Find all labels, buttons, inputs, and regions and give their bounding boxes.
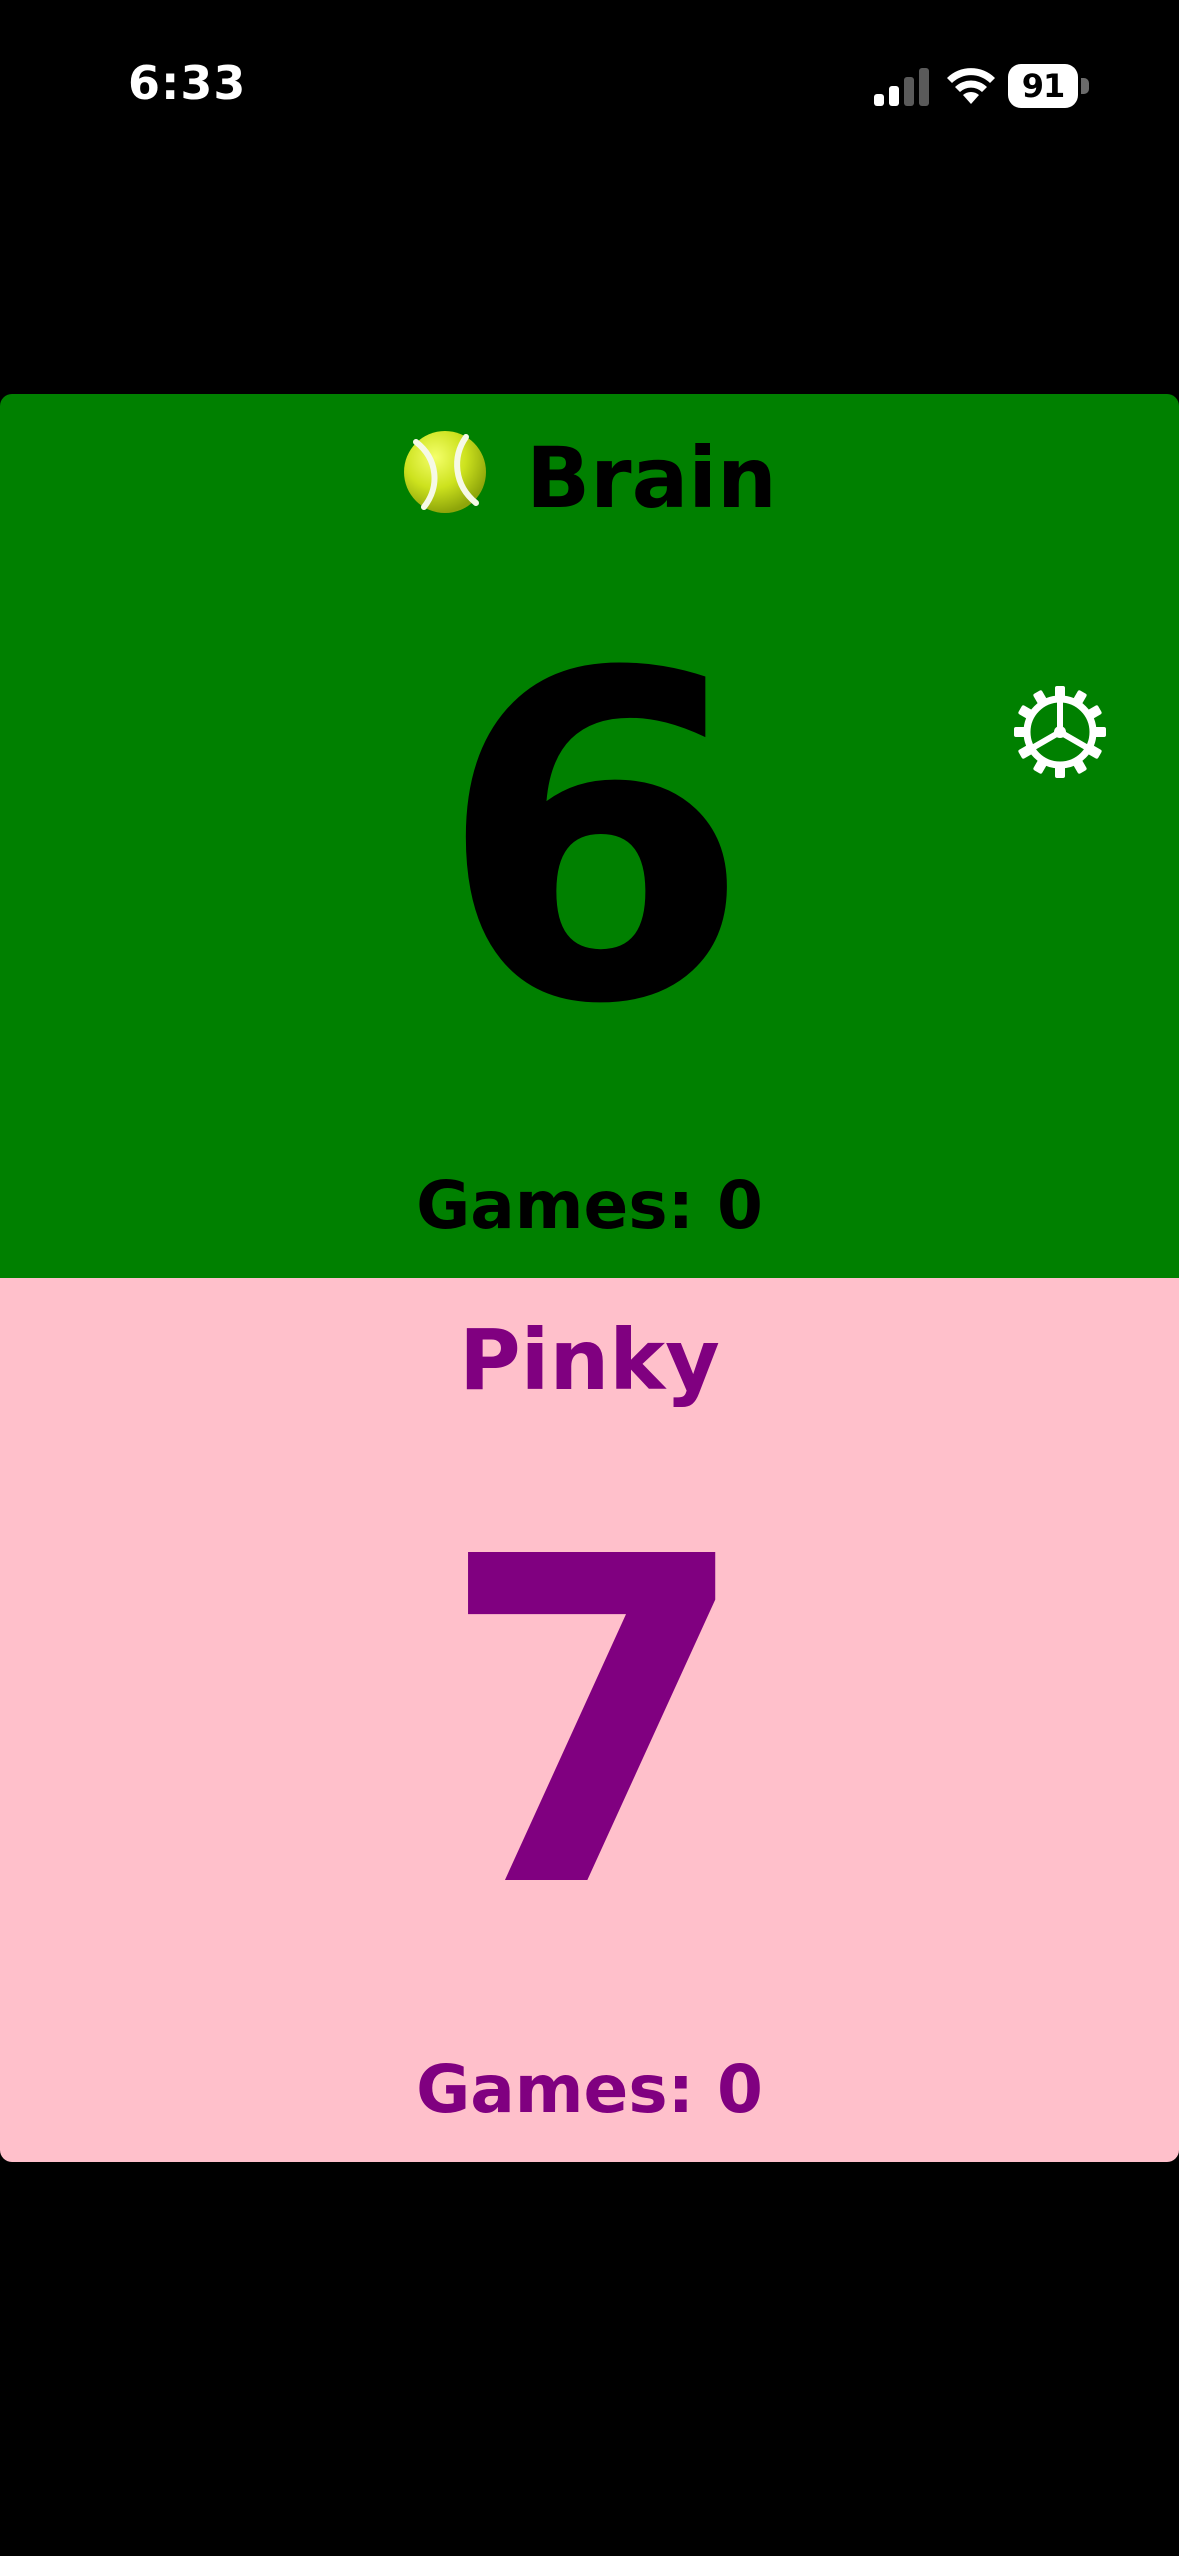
status-bar: 6:33 91 bbox=[0, 0, 1179, 180]
wifi-icon bbox=[945, 64, 997, 106]
status-time: 6:33 bbox=[128, 56, 247, 110]
tennis-ball-icon bbox=[402, 429, 488, 515]
cellular-signal-icon bbox=[874, 68, 930, 106]
gear-icon bbox=[1014, 686, 1106, 778]
battery-icon: 91 bbox=[1008, 64, 1090, 108]
games-count: Games: 0 bbox=[416, 1167, 763, 1244]
player-header: Pinky bbox=[0, 1308, 1179, 1412]
player-score[interactable]: 6 bbox=[0, 616, 1179, 1066]
player-panel-brain[interactable]: Brain 6 Games: 0 bbox=[0, 394, 1179, 1278]
games-count: Games: 0 bbox=[416, 2051, 763, 2128]
player-name: Brain bbox=[526, 429, 777, 527]
settings-button[interactable] bbox=[1012, 684, 1108, 780]
battery-tip bbox=[1081, 78, 1089, 94]
player-score[interactable]: 7 bbox=[0, 1500, 1179, 1950]
battery-level: 91 bbox=[1021, 67, 1066, 105]
player-name: Pinky bbox=[459, 1311, 720, 1409]
player-panel-pinky[interactable]: Pinky 7 Games: 0 bbox=[0, 1278, 1179, 2162]
player-header: Brain bbox=[0, 426, 1179, 530]
